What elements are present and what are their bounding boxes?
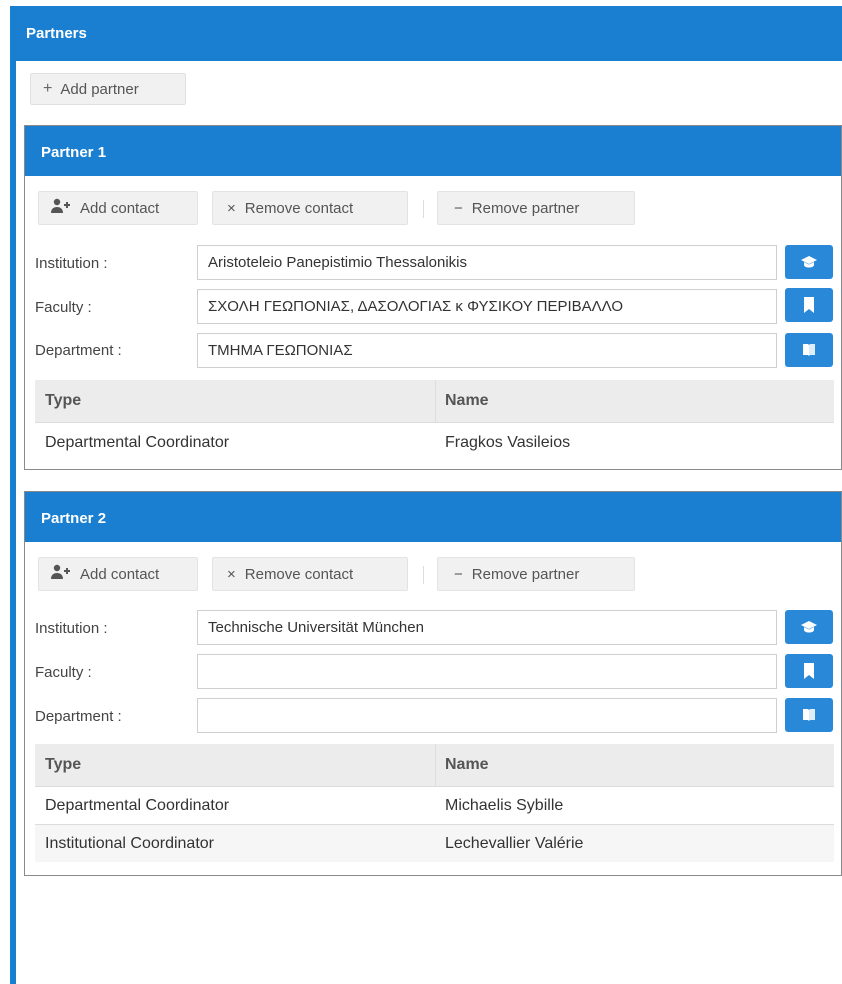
remove-partner-button[interactable]: − Remove partner	[437, 557, 635, 591]
column-divider	[435, 744, 436, 786]
remove-contact-button[interactable]: × Remove contact	[212, 557, 408, 591]
institution-label: Institution :	[35, 620, 108, 637]
book-icon	[802, 708, 816, 722]
plus-icon: +	[43, 80, 53, 97]
book-icon	[802, 343, 816, 357]
name-cell: Lechevallier Valérie	[445, 835, 584, 852]
institution-select-button[interactable]	[785, 245, 833, 279]
institution-field[interactable]: Aristoteleio Panepistimio Thessalonikis	[197, 245, 777, 280]
institution-field[interactable]: Technische Universität München	[197, 610, 777, 645]
institution-select-button[interactable]	[785, 610, 833, 644]
toolbar-divider	[423, 200, 424, 218]
add-contact-button[interactable]: Add contact	[38, 557, 198, 591]
department-field[interactable]: ΤΜΗΜΑ ΓΕΩΠΟΝΙΑΣ	[197, 333, 777, 368]
toolbar-divider	[423, 566, 424, 584]
name-cell: Fragkos Vasileios	[445, 434, 571, 451]
add-contact-button[interactable]: Add contact	[38, 191, 198, 225]
graduation-cap-icon	[801, 255, 817, 269]
type-cell: Departmental Coordinator	[45, 797, 230, 814]
add-contact-label: Add contact	[80, 565, 160, 583]
department-label: Department :	[35, 708, 122, 725]
bookmark-icon	[804, 663, 814, 679]
page-title: Partners	[26, 25, 87, 42]
department-label: Department :	[35, 342, 122, 359]
minus-icon: −	[454, 199, 463, 217]
close-icon: ×	[227, 199, 236, 217]
table-row: Institutional Coordinator Lechevallier V…	[35, 824, 834, 862]
partners-page: Partners + Add partner Partner 1 Add con…	[0, 0, 842, 984]
add-user-icon	[51, 564, 71, 584]
department-select-button[interactable]	[785, 698, 833, 732]
remove-contact-button[interactable]: × Remove contact	[212, 191, 408, 225]
minus-icon: −	[454, 565, 463, 583]
bookmark-icon	[804, 297, 814, 313]
faculty-label: Faculty :	[35, 664, 92, 681]
add-contact-label: Add contact	[80, 199, 160, 217]
partner-title: Partner 1	[25, 126, 841, 176]
add-partner-label: Add partner	[60, 80, 139, 98]
table-row: Departmental Coordinator Michaelis Sybil…	[35, 786, 834, 824]
department-select-button[interactable]	[785, 333, 833, 367]
contacts-table: Type Name Departmental Coordinator Fragk…	[35, 380, 834, 462]
remove-partner-label: Remove partner	[471, 565, 580, 583]
table-header-row: Type Name	[35, 744, 834, 786]
name-column-header: Name	[445, 756, 489, 773]
partner-panel-1: Partner 1 Add contact × Remove contact −…	[24, 125, 842, 470]
column-divider	[435, 380, 436, 422]
name-cell: Michaelis Sybille	[445, 797, 564, 814]
table-row: Departmental Coordinator Fragkos Vasilei…	[35, 422, 834, 462]
left-rail	[10, 6, 16, 984]
partner-panel-2: Partner 2 Add contact × Remove contact −…	[24, 491, 842, 876]
faculty-field[interactable]: ΣΧΟΛΗ ΓΕΩΠΟΝΙΑΣ, ΔΑΣΟΛΟΓΙΑΣ κ ΦΥΣΙΚΟΥ ΠΕ…	[197, 289, 777, 324]
institution-label: Institution :	[35, 255, 108, 272]
type-cell: Departmental Coordinator	[45, 434, 230, 451]
partners-header: Partners	[10, 6, 842, 61]
faculty-label: Faculty :	[35, 299, 92, 316]
add-user-icon	[51, 198, 71, 218]
type-column-header: Type	[45, 756, 82, 773]
remove-contact-label: Remove contact	[244, 199, 354, 217]
faculty-select-button[interactable]	[785, 654, 833, 688]
name-column-header: Name	[445, 392, 489, 409]
close-icon: ×	[227, 565, 236, 583]
type-cell: Institutional Coordinator	[45, 835, 214, 852]
graduation-cap-icon	[801, 620, 817, 634]
contacts-table: Type Name Departmental Coordinator Micha…	[35, 744, 834, 862]
remove-contact-label: Remove contact	[244, 565, 354, 583]
type-column-header: Type	[45, 392, 82, 409]
partner-title: Partner 2	[25, 492, 841, 542]
table-header-row: Type Name	[35, 380, 834, 422]
remove-partner-label: Remove partner	[471, 199, 580, 217]
remove-partner-button[interactable]: − Remove partner	[437, 191, 635, 225]
faculty-select-button[interactable]	[785, 288, 833, 322]
faculty-field[interactable]	[197, 654, 777, 689]
add-partner-button[interactable]: + Add partner	[30, 73, 186, 105]
department-field[interactable]	[197, 698, 777, 733]
